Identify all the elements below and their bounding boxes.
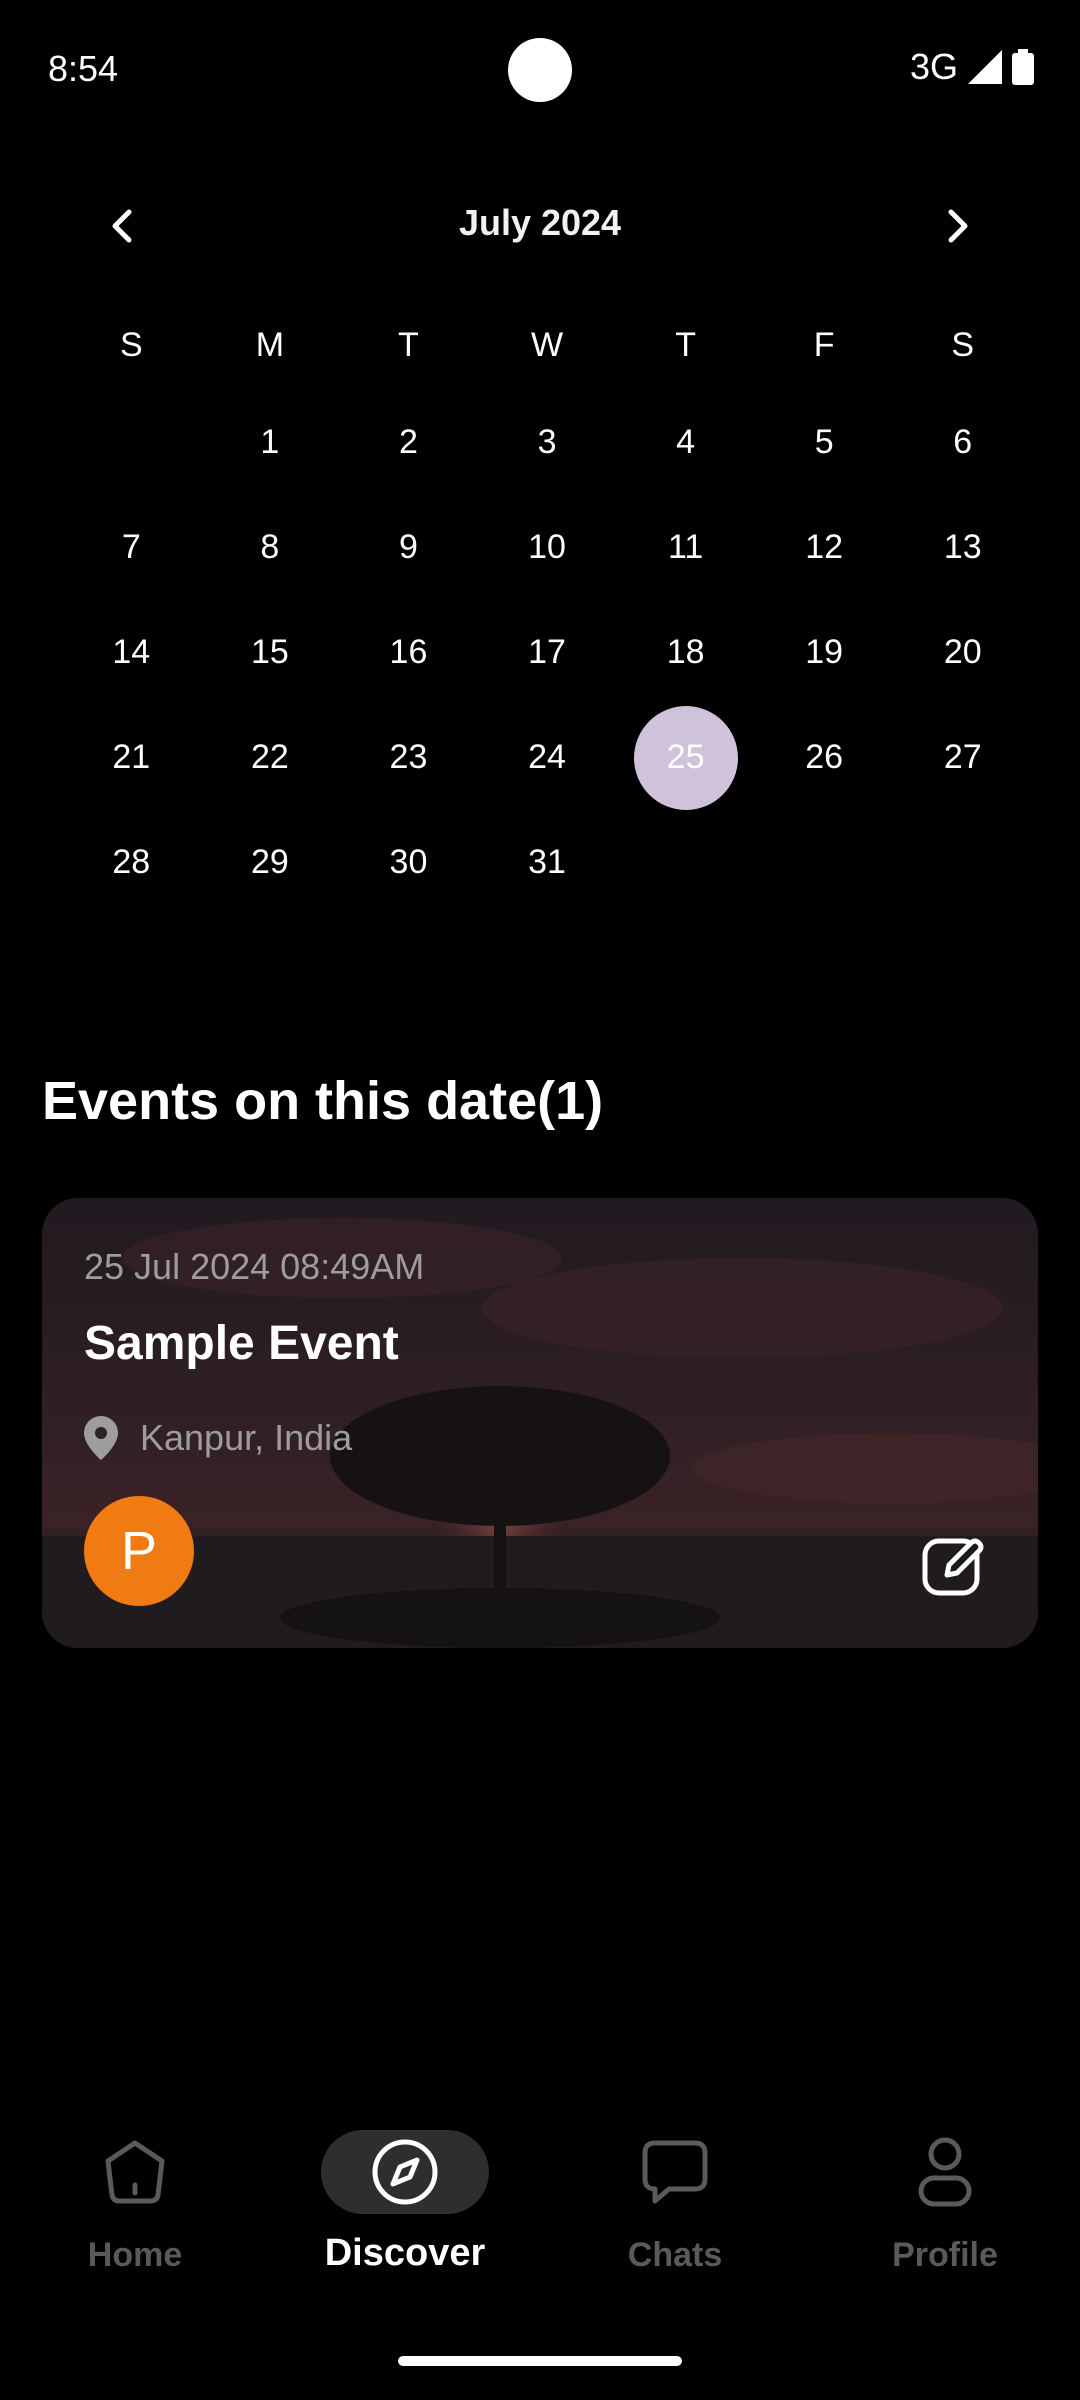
weekday-label: T: [675, 325, 696, 364]
day-cell[interactable]: 4: [616, 390, 755, 495]
calendar-header: July 2024: [0, 186, 1080, 266]
day-cell[interactable]: 12: [755, 495, 894, 600]
day-cell[interactable]: 24: [478, 705, 617, 810]
nav-home-icon-wrap: [51, 2130, 219, 2214]
selected-day-indicator: 25: [633, 705, 738, 810]
day-cell-empty: [755, 810, 894, 915]
day-cell[interactable]: 10: [478, 495, 617, 600]
nav-chats-label: Chats: [627, 2236, 723, 2274]
nav-chats[interactable]: Chats: [560, 2130, 790, 2275]
day-cell[interactable]: 17: [478, 600, 617, 705]
day-cell[interactable]: 9: [339, 495, 478, 600]
day-cell[interactable]: 28: [62, 810, 201, 915]
location-pin-icon: [84, 1416, 118, 1460]
chat-icon: [642, 2140, 708, 2204]
day-cell[interactable]: 21: [62, 705, 201, 810]
home-indicator[interactable]: [398, 2356, 682, 2366]
day-cell[interactable]: 3: [478, 390, 617, 495]
network-label: 3G: [909, 46, 958, 87]
day-cell[interactable]: 8: [201, 495, 340, 600]
bottom-navigation: Home Discover Chats Profile: [0, 2130, 1080, 2330]
nav-discover[interactable]: Discover: [290, 2130, 520, 2275]
day-cell[interactable]: 7: [62, 495, 201, 600]
day-cell[interactable]: 15: [201, 600, 340, 705]
day-cell[interactable]: 27: [893, 705, 1032, 810]
calendar-grid: S M T W T F S 1 2 3 4 5 6 7 8 9 10 11 12…: [62, 300, 1032, 915]
calendar-week: 28 29 30 31: [62, 810, 1032, 915]
status-icons: 3G: [910, 46, 1034, 88]
signal-icon: [968, 50, 1002, 84]
day-cell[interactable]: 26: [755, 705, 894, 810]
day-cell[interactable]: 30: [339, 810, 478, 915]
day-cell[interactable]: 18: [616, 600, 755, 705]
day-cell-empty: [616, 810, 755, 915]
chevron-right-icon: [948, 209, 968, 243]
day-cell[interactable]: 1: [201, 390, 340, 495]
profile-icon: [918, 2137, 972, 2207]
home-icon: [105, 2140, 165, 2204]
weekday-row: S M T W T F S: [62, 300, 1032, 390]
event-location: Kanpur, India: [84, 1416, 352, 1460]
calendar-week: 1 2 3 4 5 6: [62, 390, 1032, 495]
day-cell-empty: [893, 810, 1032, 915]
day-cell[interactable]: 5: [755, 390, 894, 495]
event-title: Sample Event: [84, 1317, 399, 1370]
nav-discover-label: Discover: [324, 2232, 486, 2274]
calendar-week: 7 8 9 10 11 12 13: [62, 495, 1032, 600]
day-cell[interactable]: 19: [755, 600, 894, 705]
day-cell[interactable]: 23: [339, 705, 478, 810]
events-heading: Events on this date(1): [42, 1071, 604, 1131]
status-time: 8:54: [48, 48, 119, 89]
weekday-label: M: [255, 325, 285, 364]
day-cell[interactable]: 6: [893, 390, 1032, 495]
edit-event-button[interactable]: [918, 1528, 990, 1600]
weekday-label: T: [398, 325, 419, 364]
day-cell[interactable]: 16: [339, 600, 478, 705]
nav-home[interactable]: Home: [20, 2130, 250, 2275]
nav-discover-icon-wrap: [321, 2130, 489, 2214]
nav-home-label: Home: [87, 2236, 183, 2274]
avatar[interactable]: P: [84, 1496, 194, 1606]
weekday-label: F: [813, 325, 835, 364]
nav-profile[interactable]: Profile: [830, 2130, 1060, 2275]
battery-icon: [1012, 49, 1034, 85]
day-cell[interactable]: 22: [201, 705, 340, 810]
day-cell[interactable]: 31: [478, 810, 617, 915]
camera-cutout: [508, 38, 572, 102]
day-cell-empty: [62, 390, 201, 495]
event-card[interactable]: 25 Jul 2024 08:49AM Sample Event Kanpur,…: [42, 1198, 1038, 1648]
next-month-button[interactable]: [930, 198, 986, 254]
event-location-text: Kanpur, India: [140, 1417, 353, 1458]
weekday-label: S: [119, 325, 143, 364]
day-cell[interactable]: 2: [339, 390, 478, 495]
day-cell[interactable]: 29: [201, 810, 340, 915]
event-datetime: 25 Jul 2024 08:49AM: [84, 1246, 425, 1287]
calendar-week: 14 15 16 17 18 19 20: [62, 600, 1032, 705]
event-card-content: 25 Jul 2024 08:49AM Sample Event Kanpur,…: [42, 1198, 1038, 1648]
day-cell[interactable]: 11: [616, 495, 755, 600]
day-cell[interactable]: 13: [893, 495, 1032, 600]
month-label: July 2024: [458, 202, 622, 243]
nav-profile-icon-wrap: [861, 2130, 1029, 2214]
day-cell[interactable]: 20: [893, 600, 1032, 705]
day-cell[interactable]: 14: [62, 600, 201, 705]
status-bar: 8:54 3G: [0, 0, 1080, 140]
compass-icon: [372, 2139, 438, 2205]
screen: 8:54 3G July 2024 S M T W T F S 1 2 3 4 …: [0, 0, 1080, 2400]
nav-profile-label: Profile: [892, 2236, 998, 2274]
calendar-week: 21 22 23 24 25 26 27: [62, 705, 1032, 810]
day-cell-selected[interactable]: 25: [616, 705, 755, 810]
weekday-label: S: [951, 325, 975, 364]
edit-icon: [922, 1538, 984, 1596]
nav-chats-icon-wrap: [591, 2130, 759, 2214]
weekday-label: W: [530, 325, 564, 364]
